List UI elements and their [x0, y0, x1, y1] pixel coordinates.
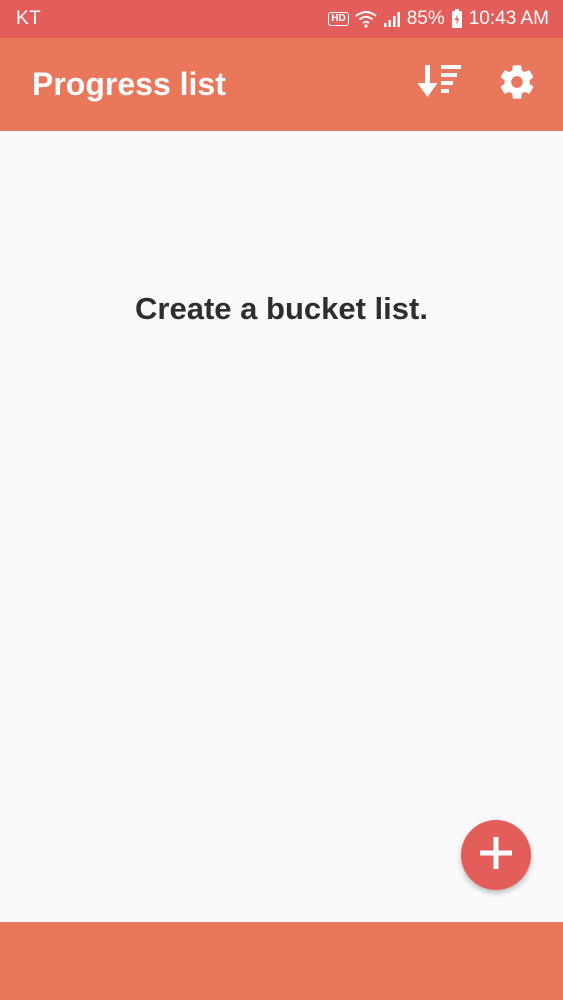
bottom-bar [0, 922, 563, 1000]
wifi-icon [355, 10, 377, 28]
sort-button[interactable] [417, 63, 461, 107]
battery-charging-icon [451, 9, 463, 29]
hd-icon: HD [328, 12, 349, 26]
app-bar: Progress list [0, 38, 563, 131]
page-title: Progress list [32, 66, 226, 102]
gear-icon [497, 62, 537, 107]
add-item-button[interactable] [461, 820, 531, 890]
app-bar-actions [417, 63, 539, 107]
main-content: Create a bucket list. [0, 131, 563, 922]
status-bar: KT HD 85% 10:43 AM [0, 0, 563, 38]
battery-percent: 85% [406, 8, 445, 29]
plus-icon [478, 835, 514, 876]
settings-button[interactable] [495, 63, 539, 107]
clock: 10:43 AM [468, 8, 549, 29]
carrier-label: KT [16, 8, 42, 29]
empty-state-message: Create a bucket list. [135, 291, 428, 326]
sort-icon [416, 63, 462, 106]
status-icons: HD 85% 10:43 AM [328, 8, 549, 30]
signal-icon [383, 10, 401, 28]
